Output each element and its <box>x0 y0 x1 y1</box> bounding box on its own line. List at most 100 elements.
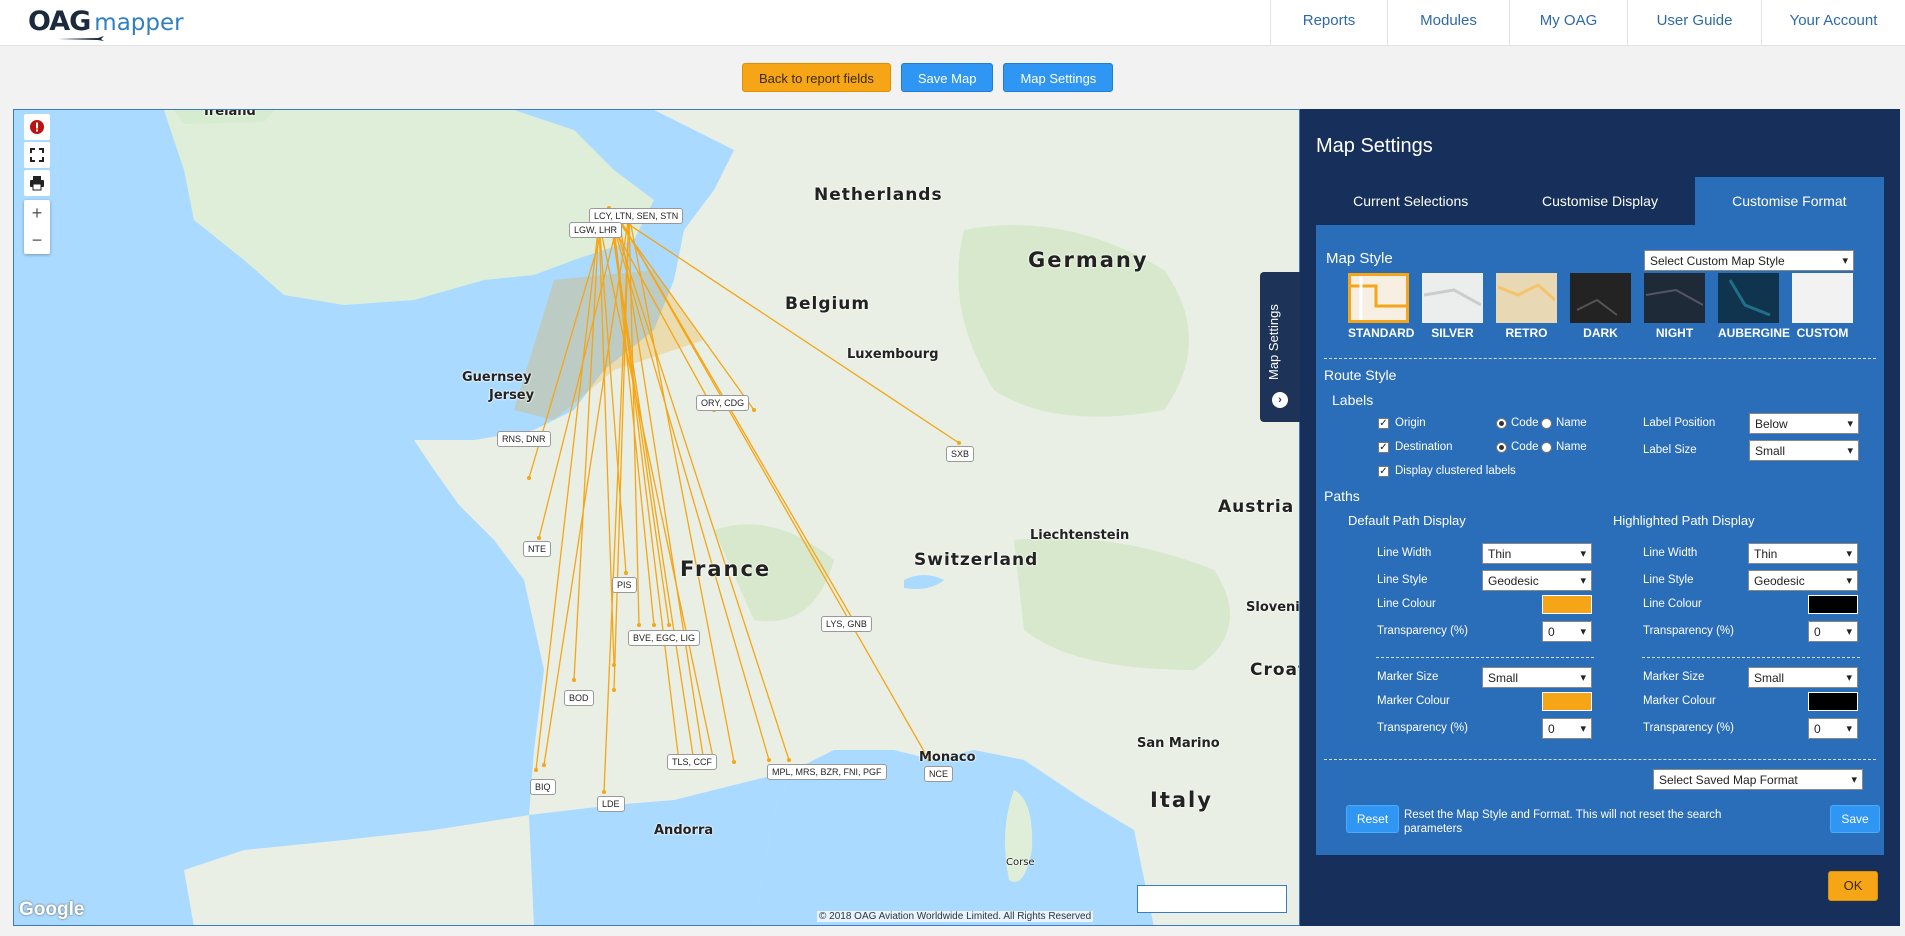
highlight-marker-size-select[interactable]: Small <box>1748 667 1858 689</box>
default-line-colour-label: Line Colour <box>1377 598 1436 610</box>
default-marker-size-label: Marker Size <box>1377 671 1439 683</box>
side-tab-label: Map Settings <box>1266 304 1281 380</box>
default-marker-transparency-select[interactable]: 0 <box>1542 718 1592 740</box>
route-line <box>538 217 620 539</box>
destination-checkbox[interactable]: ✓ <box>1378 442 1389 453</box>
default-line-width-select[interactable]: Thin <box>1482 543 1592 565</box>
route-marker <box>652 623 656 627</box>
style-aubergine-label: AUBERGINE <box>1718 326 1791 340</box>
default-path-heading: Default Path Display <box>1348 513 1466 528</box>
highlight-transparency-select[interactable]: 0 <box>1808 621 1858 643</box>
divider <box>1324 759 1876 760</box>
reset-button[interactable]: Reset <box>1346 805 1399 833</box>
alert-icon[interactable] <box>24 114 50 140</box>
default-transparency-label: Transparency (%) <box>1377 625 1468 637</box>
highlight-marker-colour-swatch[interactable] <box>1808 692 1858 711</box>
nav-user-guide[interactable]: User Guide <box>1627 0 1761 46</box>
style-standard-label: STANDARD <box>1348 326 1415 340</box>
label-jersey: Jersey <box>489 388 535 403</box>
label-italy: Italy <box>1150 788 1213 812</box>
fullscreen-icon[interactable] <box>24 142 50 168</box>
airport-label-mpl[interactable]: MPL, MRS, BZR, FNI, PGF <box>767 764 887 780</box>
airport-label-lde[interactable]: LDE <box>597 796 625 812</box>
label-size-label: Label Size <box>1643 444 1697 456</box>
style-retro-thumb <box>1496 273 1557 323</box>
nav-your-account[interactable]: Your Account <box>1761 0 1905 46</box>
style-retro[interactable]: RETRO <box>1496 273 1557 340</box>
route-line <box>573 221 600 681</box>
highlight-marker-colour-label: Marker Colour <box>1643 695 1716 707</box>
highlight-line-style-label: Line Style <box>1643 574 1694 586</box>
label-position-select[interactable]: Below <box>1749 413 1859 435</box>
origin-code-radio[interactable] <box>1496 418 1507 429</box>
highlight-line-width-select[interactable]: Thin <box>1748 543 1858 565</box>
origin-name-radio[interactable] <box>1541 418 1552 429</box>
route-marker <box>572 678 576 682</box>
nav-my-oag[interactable]: My OAG <box>1509 0 1627 46</box>
default-line-colour-swatch[interactable] <box>1542 595 1592 614</box>
nav-modules[interactable]: Modules <box>1387 0 1509 46</box>
reset-description: Reset the Map Style and Format. This wil… <box>1404 809 1722 835</box>
default-marker-colour-swatch[interactable] <box>1542 692 1592 711</box>
highlighted-path-heading: Highlighted Path Display <box>1613 513 1755 528</box>
airport-label-bve[interactable]: BVE, EGC, LIG <box>628 630 701 646</box>
default-marker-size-select[interactable]: Small <box>1482 667 1592 689</box>
save-format-button[interactable]: Save <box>1830 805 1880 833</box>
highlight-marker-transparency-select[interactable]: 0 <box>1808 718 1858 740</box>
tab-customise-format[interactable]: Customise Format <box>1694 177 1884 225</box>
tab-current-selections[interactable]: Current Selections <box>1316 177 1505 225</box>
airport-label-lgw[interactable]: LGW, LHR <box>569 222 623 238</box>
route-map[interactable]: Ireland Netherlands Germany Belgium Luxe… <box>13 109 1300 926</box>
default-transparency-select[interactable]: 0 <box>1542 621 1592 643</box>
custom-map-style-select[interactable]: Select Custom Map Style <box>1644 250 1854 272</box>
airport-label-pis[interactable]: PIS <box>612 577 637 593</box>
oag-mapper-logo[interactable]: OAG mapper <box>28 6 184 42</box>
route-marker <box>787 758 791 762</box>
print-icon[interactable] <box>24 170 50 196</box>
airport-label-rns[interactable]: RNS, DNR <box>497 431 551 447</box>
default-line-style-select[interactable]: Geodesic <box>1482 570 1592 592</box>
destination-code-label: Code <box>1511 441 1539 453</box>
map-settings-side-tab[interactable]: Map Settings › <box>1260 272 1300 422</box>
save-map-button[interactable]: Save Map <box>900 63 994 92</box>
destination-label: Destination <box>1395 441 1453 453</box>
default-marker-colour-label: Marker Colour <box>1377 695 1450 707</box>
style-custom[interactable]: CUSTOM <box>1792 273 1853 340</box>
airport-label-sxb[interactable]: SXB <box>946 446 975 462</box>
ok-button[interactable]: OK <box>1828 871 1878 901</box>
airport-label-bod[interactable]: BOD <box>564 690 594 706</box>
style-aubergine[interactable]: AUBERGINE <box>1718 273 1791 340</box>
destination-name-radio[interactable] <box>1541 442 1552 453</box>
style-night[interactable]: NIGHT <box>1644 273 1705 340</box>
airport-label-ory[interactable]: ORY, CDG <box>696 395 750 411</box>
main-nav: Reports Modules My OAG User Guide Your A… <box>1270 0 1905 46</box>
style-standard[interactable]: STANDARD <box>1348 273 1415 340</box>
zoom-out-button[interactable]: − <box>24 227 50 254</box>
label-size-select[interactable]: Small <box>1749 440 1859 462</box>
nav-reports[interactable]: Reports <box>1270 0 1387 46</box>
style-standard-thumb <box>1348 273 1409 323</box>
airport-label-lys[interactable]: LYS, GNB <box>821 616 872 632</box>
back-to-report-fields-button[interactable]: Back to report fields <box>742 63 891 92</box>
airport-label-biq[interactable]: BIQ <box>530 779 556 795</box>
map-settings-button[interactable]: Map Settings <box>1003 63 1114 92</box>
highlight-line-style-select[interactable]: Geodesic <box>1748 570 1858 592</box>
airport-label-tls[interactable]: TLS, CCF <box>667 754 718 770</box>
destination-code-radio[interactable] <box>1496 442 1507 453</box>
route-line <box>598 221 715 763</box>
highlight-line-colour-swatch[interactable] <box>1808 595 1858 614</box>
airport-label-nce[interactable]: NCE <box>924 766 954 782</box>
style-silver[interactable]: SILVER <box>1422 273 1483 340</box>
zoom-in-button[interactable]: + <box>24 200 50 227</box>
style-dark[interactable]: DARK <box>1570 273 1631 340</box>
route-marker <box>612 663 616 667</box>
label-monaco: Monaco <box>919 750 976 765</box>
route-marker <box>752 408 756 412</box>
map-search-box[interactable] <box>1137 885 1287 913</box>
clustered-labels-checkbox[interactable]: ✓ <box>1378 466 1389 477</box>
origin-checkbox[interactable]: ✓ <box>1378 418 1389 429</box>
tab-customise-display[interactable]: Customise Display <box>1505 177 1694 225</box>
origin-code-label: Code <box>1511 417 1539 429</box>
saved-map-format-select[interactable]: Select Saved Map Format <box>1653 769 1863 791</box>
airport-label-nte[interactable]: NTE <box>523 541 551 557</box>
